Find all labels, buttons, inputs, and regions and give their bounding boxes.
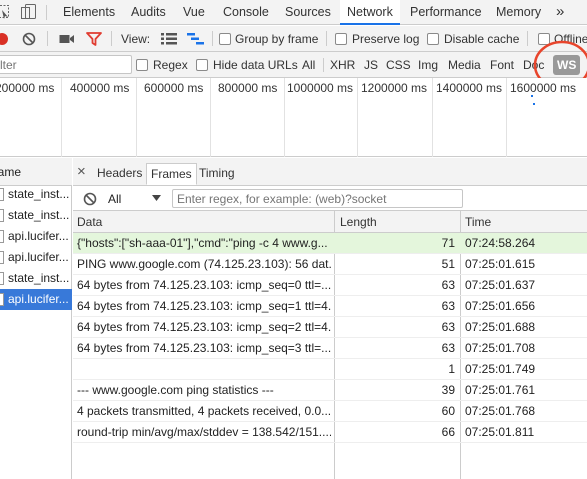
group-by-frame-label: Group by frame xyxy=(235,32,319,46)
clear-icon[interactable] xyxy=(22,32,36,46)
clear-frames-icon[interactable] xyxy=(83,192,97,206)
close-detail-button[interactable]: × xyxy=(77,163,86,180)
timeline-tick-label: 600000 ms xyxy=(144,81,204,95)
timeline-gridline xyxy=(284,78,285,157)
frame-row[interactable]: --- www.google.com ping statistics --- 3… xyxy=(73,380,587,401)
column-data[interactable]: Data xyxy=(77,211,102,233)
request-row[interactable]: state_inst... xyxy=(0,184,72,205)
request-detail-panel: × Headers Frames Timing All Data Length … xyxy=(73,158,587,479)
type-filter-all[interactable]: All xyxy=(299,56,318,74)
device-toolbar-icon[interactable] xyxy=(20,4,36,20)
type-filter-css[interactable]: CSS xyxy=(383,56,414,74)
frame-row[interactable]: 64 bytes from 74.125.23.103: icmp_seq=1 … xyxy=(73,296,587,317)
tab-timing[interactable]: Timing xyxy=(195,163,239,185)
column-time[interactable]: Time xyxy=(465,211,491,233)
column-length[interactable]: Length xyxy=(340,211,377,233)
timeline-request-marker xyxy=(531,95,533,97)
record-button[interactable] xyxy=(0,32,9,46)
request-row-selected[interactable]: api.lucifer... xyxy=(0,289,72,310)
regex-label: Regex xyxy=(153,58,188,72)
document-icon xyxy=(0,188,4,201)
frame-row[interactable]: 1 07:25:01.749 xyxy=(73,359,587,380)
view-label: View: xyxy=(121,32,151,46)
regex-checkbox[interactable] xyxy=(136,59,148,71)
timeline-tick-label: 1000000 ms xyxy=(287,81,354,95)
waterfall-icon[interactable] xyxy=(187,33,205,45)
timeline-gridline xyxy=(506,78,507,157)
timeline-gridline xyxy=(357,78,358,157)
more-tabs-button[interactable]: » xyxy=(556,0,564,25)
frame-row[interactable]: 64 bytes from 74.125.23.103: icmp_seq=3 … xyxy=(73,338,587,359)
network-toolbar: View: Group by frame Preserve log Disabl… xyxy=(0,26,587,52)
group-by-frame-checkbox[interactable] xyxy=(219,33,231,45)
name-column-header[interactable]: Name xyxy=(0,158,72,186)
hide-data-urls-label: Hide data URLs xyxy=(213,58,298,72)
timeline-tick-label: 800000 ms xyxy=(218,81,278,95)
frame-row[interactable]: round-trip min/avg/max/stddev = 138.542/… xyxy=(73,422,587,443)
document-icon xyxy=(0,251,4,264)
frame-regex-input[interactable] xyxy=(172,189,463,208)
filter-bar: Regex Hide data URLs All XHR JS CSS Img … xyxy=(0,40,587,90)
tab-vue[interactable]: Vue xyxy=(183,0,205,25)
document-icon xyxy=(0,230,4,243)
document-icon xyxy=(0,272,4,285)
document-icon xyxy=(0,293,4,306)
tab-headers[interactable]: Headers xyxy=(93,163,146,185)
timeline-gridline xyxy=(136,78,137,157)
filter-input[interactable] xyxy=(0,55,132,74)
type-filter-font[interactable]: Font xyxy=(487,56,517,74)
timeline-gridline xyxy=(432,78,433,157)
frame-row[interactable]: 4 packets transmitted, 4 packets receive… xyxy=(73,401,587,422)
tab-sources[interactable]: Sources xyxy=(285,0,331,25)
frame-row[interactable]: 64 bytes from 74.125.23.103: icmp_seq=2 … xyxy=(73,317,587,338)
preserve-log-label: Preserve log xyxy=(352,32,420,46)
inspect-element-icon[interactable] xyxy=(0,4,10,20)
tab-performance[interactable]: Performance xyxy=(410,0,482,25)
tab-memory[interactable]: Memory xyxy=(496,0,541,25)
disable-cache-label: Disable cache xyxy=(444,32,520,46)
timeline-tick-label: 400000 ms xyxy=(70,81,130,95)
request-list: Name state_inst... state_inst... api.luc… xyxy=(0,158,72,479)
detail-tab-bar: × Headers Frames Timing xyxy=(73,158,587,186)
frames-table-header: Data Length Time xyxy=(73,211,587,233)
request-row[interactable]: state_inst... xyxy=(0,205,72,226)
tab-frames[interactable]: Frames xyxy=(146,163,197,185)
tab-audits[interactable]: Audits xyxy=(131,0,166,25)
type-filter-img[interactable]: Img xyxy=(415,56,441,74)
timeline-tick-label: 1200000 ms xyxy=(361,81,428,95)
timeline-request-marker xyxy=(533,103,535,105)
timeline-tick-label: 200000 ms xyxy=(0,81,55,95)
request-row[interactable]: api.lucifer... xyxy=(0,247,72,268)
tab-elements[interactable]: Elements xyxy=(63,0,115,25)
devtools-tab-bar: Elements Audits Vue Console Sources Netw… xyxy=(0,0,587,25)
frame-row[interactable]: 64 bytes from 74.125.23.103: icmp_seq=0 … xyxy=(73,275,587,296)
timeline-tick-label: 1600000 ms xyxy=(510,81,577,95)
type-filter-xhr[interactable]: XHR xyxy=(327,56,358,74)
timeline-overview[interactable]: 200000 ms 400000 ms 600000 ms 800000 ms … xyxy=(0,78,587,157)
disable-cache-checkbox[interactable] xyxy=(427,33,439,45)
hide-data-urls-checkbox[interactable] xyxy=(196,59,208,71)
screenshot-video-icon[interactable] xyxy=(59,33,75,45)
tab-console[interactable]: Console xyxy=(223,0,269,25)
frame-row-sent[interactable]: {"hosts":["sh-aaa-01"],"cmd":"ping -c 4 … xyxy=(73,233,587,254)
request-row[interactable]: api.lucifer... xyxy=(0,226,72,247)
frame-filter-bar: All xyxy=(73,187,587,211)
timeline-tick-label: 1400000 ms xyxy=(436,81,503,95)
timeline-gridline xyxy=(61,78,62,157)
large-rows-icon[interactable] xyxy=(161,33,177,45)
frame-type-select[interactable]: All xyxy=(107,190,165,208)
document-icon xyxy=(0,209,4,222)
preserve-log-checkbox[interactable] xyxy=(335,33,347,45)
filter-icon[interactable] xyxy=(86,32,102,46)
timeline-gridline xyxy=(210,78,211,157)
tab-network[interactable]: Network xyxy=(340,0,400,25)
request-row[interactable]: state_inst... xyxy=(0,268,72,289)
chevron-down-icon xyxy=(152,195,161,202)
frame-row[interactable]: PING www.google.com (74.125.23.103): 56 … xyxy=(73,254,587,275)
type-filter-js[interactable]: JS xyxy=(361,56,381,74)
type-filter-media[interactable]: Media xyxy=(445,56,484,74)
